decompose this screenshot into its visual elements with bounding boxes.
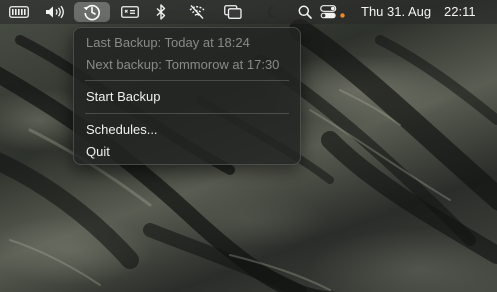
keyboard-icon[interactable] [8,0,30,24]
menu-separator [85,113,289,114]
time-machine-icon[interactable] [74,2,110,22]
volume-icon[interactable] [44,0,66,24]
moon-icon[interactable] [264,0,280,24]
search-icon[interactable] [296,0,314,24]
schedules-item[interactable]: Schedules... [86,120,158,140]
menu-bar: Thu 31. Aug 22:11 [0,0,497,24]
control-center-icon[interactable] [320,0,346,24]
wifi-off-icon[interactable] [186,0,208,24]
next-backup-label: Next backup: Tommorow at 17:30 [86,57,280,72]
quit-item[interactable]: Quit [86,142,110,162]
start-backup-item[interactable]: Start Backup [86,87,160,107]
time-machine-menu: Last Backup: Today at 18:24 Next backup:… [73,27,301,165]
menu-separator [85,80,289,81]
status-dot-icon [340,13,345,18]
screen-mirroring-icon[interactable] [222,0,244,24]
bluetooth-icon[interactable] [153,0,169,24]
display-icon[interactable] [119,0,141,24]
menu-bar-date[interactable]: Thu 31. Aug [361,0,431,24]
menu-bar-time[interactable]: 22:11 [444,0,476,24]
last-backup-label: Last Backup: Today at 18:24 [86,35,250,50]
